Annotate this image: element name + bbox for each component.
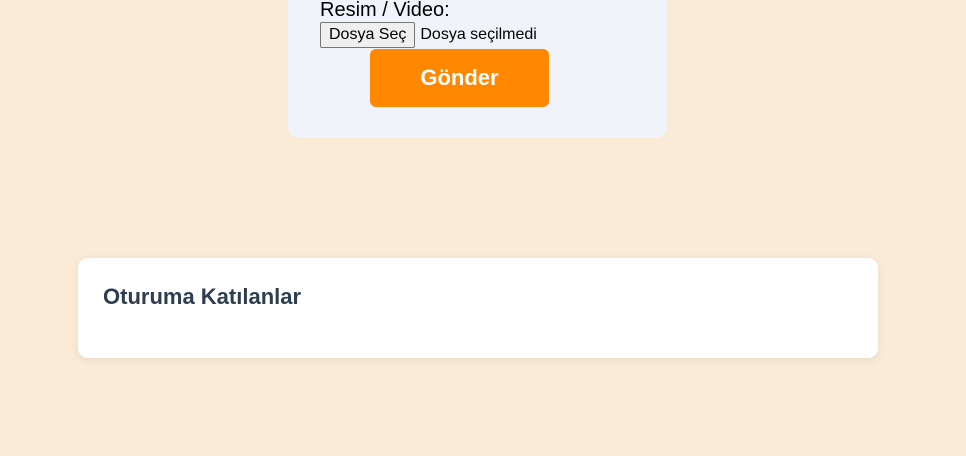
choose-file-button[interactable]: Dosya Seç [320, 22, 416, 48]
participants-title: Oturuma Katılanlar [103, 284, 302, 309]
submit-button[interactable]: Gönder [370, 49, 549, 107]
media-field-label: Resim / Video: [320, 0, 450, 21]
participants-list [103, 320, 853, 340]
file-input[interactable]: Dosya Seç Dosya seçilmedi [320, 22, 537, 48]
file-status-text: Dosya seçilmedi [420, 26, 537, 43]
participants-card: Oturuma Katılanlar [78, 258, 878, 358]
